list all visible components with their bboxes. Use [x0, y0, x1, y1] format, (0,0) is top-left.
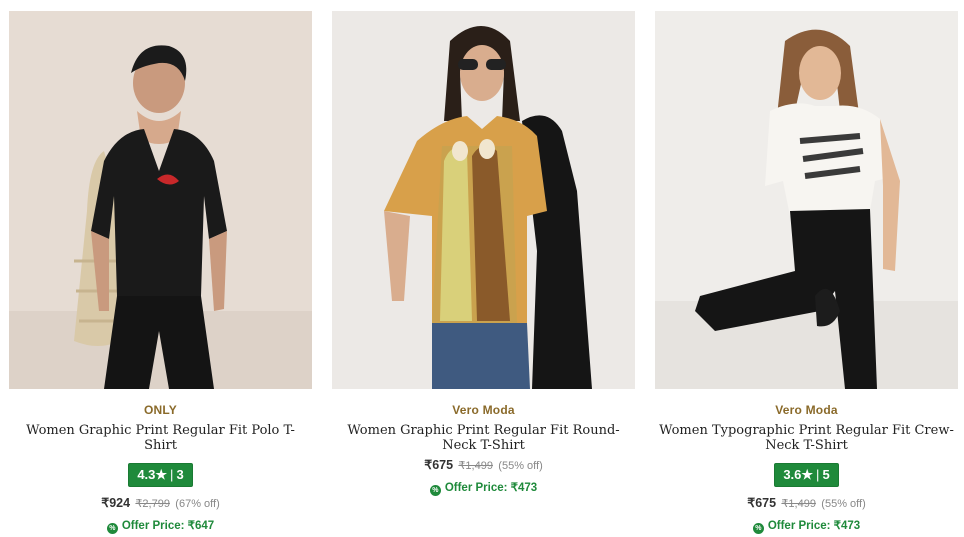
product-brand: Vero Moda — [452, 403, 515, 417]
product-title[interactable]: Women Typographic Print Regular Fit Crew… — [655, 423, 958, 453]
rating-value: 3.6★ — [783, 467, 814, 482]
price-row: ₹675 ₹1,499 (55% off) — [655, 495, 958, 510]
rating-separator: | — [816, 467, 820, 482]
discount-percent: (55% off) — [821, 498, 866, 510]
product-image[interactable] — [655, 11, 958, 389]
product-card[interactable]: Vero Moda Women Typographic Print Regula… — [655, 11, 958, 534]
offer-price-label: Offer Price: ₹473 — [444, 482, 538, 494]
selling-price: ₹924 — [101, 496, 131, 510]
product-photo-illustration — [332, 11, 635, 389]
offer-percent-icon: % — [429, 485, 441, 496]
product-brand: ONLY — [143, 403, 178, 417]
offer-price-label: Offer Price: ₹647 — [121, 520, 215, 532]
selling-price: ₹675 — [424, 458, 454, 472]
selling-price: ₹675 — [747, 496, 777, 510]
price-row: ₹924 ₹2,799 (67% off) — [9, 495, 312, 510]
offer-percent-icon: % — [106, 523, 118, 534]
discount-percent: (67% off) — [175, 498, 220, 510]
offer-price-label: Offer Price: ₹473 — [767, 520, 861, 532]
offer-price: % Offer Price: ₹473 — [332, 480, 635, 496]
product-title[interactable]: Women Graphic Print Regular Fit Round-Ne… — [332, 423, 635, 453]
product-photo-illustration — [9, 11, 312, 389]
discount-percent: (55% off) — [498, 460, 543, 472]
product-card[interactable]: Vero Moda Women Graphic Print Regular Fi… — [332, 11, 635, 496]
product-photo-illustration — [655, 11, 958, 389]
mrp-price: ₹1,499 — [458, 460, 493, 472]
offer-price: % Offer Price: ₹647 — [9, 518, 312, 534]
rating-value: 4.3★ — [137, 467, 168, 482]
rating-badge[interactable]: 4.3★ | 3 — [128, 463, 193, 487]
rating-count: 5 — [822, 467, 830, 482]
offer-percent-icon: % — [752, 523, 764, 534]
product-image[interactable] — [9, 11, 312, 389]
rating-count: 3 — [176, 467, 184, 482]
product-card[interactable]: ONLY Women Graphic Print Regular Fit Pol… — [9, 11, 312, 534]
offer-price: % Offer Price: ₹473 — [655, 518, 958, 534]
rating-separator: | — [170, 467, 174, 482]
mrp-price: ₹1,499 — [781, 498, 816, 510]
product-brand: Vero Moda — [775, 403, 838, 417]
mrp-price: ₹2,799 — [135, 498, 170, 510]
product-title[interactable]: Women Graphic Print Regular Fit Polo T-S… — [9, 423, 312, 453]
price-row: ₹675 ₹1,499 (55% off) — [332, 457, 635, 472]
rating-badge[interactable]: 3.6★ | 5 — [774, 463, 839, 487]
product-image[interactable] — [332, 11, 635, 389]
